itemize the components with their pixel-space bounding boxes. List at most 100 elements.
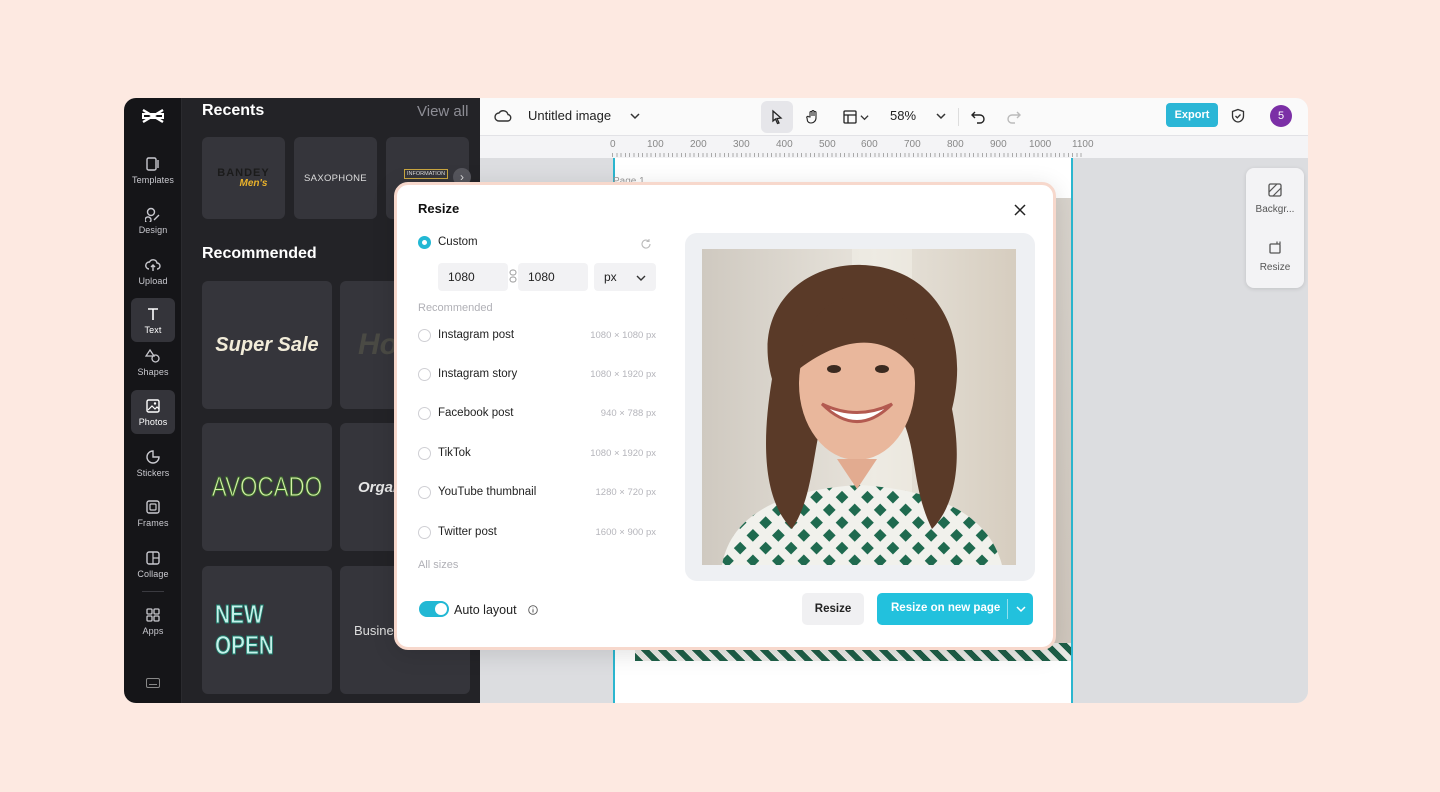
recent-tile-text: BANDEY bbox=[217, 166, 270, 179]
chevron-down-icon[interactable] bbox=[1015, 603, 1027, 615]
rail-item-label: Upload bbox=[138, 275, 168, 286]
background-tool-button[interactable]: Backgr... bbox=[1246, 182, 1304, 215]
link-icon[interactable] bbox=[509, 269, 517, 283]
preset-label[interactable]: Instagram post bbox=[438, 329, 514, 341]
all-sizes-link[interactable]: All sizes bbox=[418, 559, 458, 571]
preset-label[interactable]: TikTok bbox=[438, 447, 471, 459]
resize-button[interactable]: Resize bbox=[802, 593, 864, 625]
preview-photo bbox=[702, 249, 1016, 565]
side-tool-label: Resize bbox=[1259, 262, 1291, 273]
shield-icon[interactable] bbox=[1230, 108, 1246, 124]
frames-icon bbox=[146, 499, 160, 514]
preset-radio[interactable] bbox=[418, 486, 431, 499]
recent-tile-subtext: Men's bbox=[239, 177, 268, 189]
hand-icon bbox=[806, 109, 817, 124]
rail-item-text[interactable]: Text bbox=[131, 298, 175, 342]
preset-radio[interactable] bbox=[418, 329, 431, 342]
export-button[interactable]: Export bbox=[1166, 103, 1218, 127]
width-input[interactable]: 1080 bbox=[438, 263, 508, 291]
preset-dimensions: 1600 × 900 px bbox=[595, 527, 656, 538]
ruler-scale bbox=[612, 153, 1082, 157]
template-tile-text: NEW OPEN bbox=[215, 599, 275, 661]
ruler-tick: 400 bbox=[776, 139, 793, 150]
template-tile[interactable]: NEW OPEN bbox=[202, 566, 332, 694]
top-toolbar: Untitled image 58% Export 5 bbox=[480, 98, 1308, 136]
rail-item-apps[interactable]: Apps bbox=[131, 599, 175, 643]
close-icon[interactable] bbox=[1013, 203, 1027, 217]
preset-radio[interactable] bbox=[418, 407, 431, 420]
resize-dialog: Resize Custom 1080 1080 px Recommended I… bbox=[394, 182, 1056, 650]
ruler-tick: 600 bbox=[861, 139, 878, 150]
rail-item-shapes[interactable]: Shapes bbox=[131, 340, 175, 384]
resize-icon bbox=[1269, 241, 1281, 254]
template-tile-text: Super Sale bbox=[215, 333, 319, 356]
ruler-tick: 1000 bbox=[1029, 139, 1052, 150]
hand-tool-button[interactable] bbox=[797, 101, 829, 133]
redo-icon bbox=[1007, 111, 1021, 124]
redo-button[interactable] bbox=[998, 101, 1030, 133]
template-tile[interactable]: AVOCADO bbox=[202, 423, 332, 551]
chevron-down-icon bbox=[859, 114, 869, 120]
resize-preview bbox=[685, 233, 1035, 581]
rail-item-stickers[interactable]: Stickers bbox=[131, 441, 175, 485]
rail-item-label: Text bbox=[144, 324, 162, 335]
undo-button[interactable] bbox=[962, 101, 994, 133]
layout-dropdown-button[interactable] bbox=[835, 101, 875, 133]
rail-item-templates[interactable]: Templates bbox=[131, 148, 175, 192]
ruler-tick: 500 bbox=[819, 139, 836, 150]
preset-dimensions: 940 × 788 px bbox=[600, 408, 656, 419]
ruler-tick: 1100 bbox=[1072, 139, 1094, 150]
cloud-sync-icon[interactable] bbox=[494, 108, 512, 124]
portrait-illustration bbox=[702, 249, 1016, 565]
document-title[interactable]: Untitled image bbox=[528, 108, 611, 123]
recent-tile[interactable]: BANDEY Men's bbox=[202, 137, 285, 219]
rail-item-label: Collage bbox=[137, 568, 169, 579]
rail-item-label: Frames bbox=[137, 517, 169, 528]
capcut-logo-icon[interactable] bbox=[140, 106, 166, 126]
recent-tile[interactable]: SAXOPHONE bbox=[294, 137, 377, 219]
resize-tool-button[interactable]: Resize bbox=[1246, 240, 1304, 273]
recents-title: Recents bbox=[202, 102, 265, 119]
rail-item-frames[interactable]: Frames bbox=[131, 491, 175, 535]
auto-layout-toggle[interactable] bbox=[419, 601, 449, 617]
unit-select[interactable]: px bbox=[594, 263, 656, 291]
rail-item-design[interactable]: Design bbox=[131, 198, 175, 242]
preset-label[interactable]: Twitter post bbox=[438, 526, 497, 538]
height-input[interactable]: 1080 bbox=[518, 263, 588, 291]
upload-icon bbox=[145, 258, 161, 271]
stickers-icon bbox=[146, 449, 160, 464]
preset-label[interactable]: Instagram story bbox=[438, 368, 517, 380]
ruler-tick: 200 bbox=[690, 139, 707, 150]
preset-label[interactable]: Facebook post bbox=[438, 407, 513, 419]
custom-radio[interactable] bbox=[418, 236, 431, 249]
undo-icon bbox=[971, 111, 985, 124]
template-tile[interactable]: Super Sale bbox=[202, 281, 332, 409]
reset-icon[interactable] bbox=[640, 238, 652, 250]
resize-on-new-page-button[interactable]: Resize on new page bbox=[877, 593, 1033, 625]
layout-icon bbox=[842, 110, 857, 124]
keyboard-icon[interactable] bbox=[146, 678, 160, 688]
rail-item-photos[interactable]: Photos bbox=[131, 390, 175, 434]
avatar[interactable]: 5 bbox=[1270, 105, 1292, 127]
select-tool-button[interactable] bbox=[761, 101, 793, 133]
chevron-down-icon[interactable] bbox=[936, 111, 946, 121]
zoom-level[interactable]: 58% bbox=[890, 108, 916, 123]
preset-radio[interactable] bbox=[418, 368, 431, 381]
ruler-tick: 900 bbox=[990, 139, 1007, 150]
rail-item-label: Stickers bbox=[136, 467, 170, 478]
apps-icon bbox=[146, 607, 160, 622]
view-all-link[interactable]: View all bbox=[417, 103, 468, 120]
rail-item-label: Design bbox=[138, 224, 168, 235]
button-divider bbox=[1007, 599, 1008, 619]
rail-item-collage[interactable]: Collage bbox=[131, 542, 175, 586]
rail-item-label: Photos bbox=[138, 416, 168, 427]
template-icon bbox=[146, 156, 159, 171]
preset-radio[interactable] bbox=[418, 526, 431, 539]
rail-item-upload[interactable]: Upload bbox=[131, 249, 175, 293]
preset-radio[interactable] bbox=[418, 447, 431, 460]
preset-label[interactable]: YouTube thumbnail bbox=[438, 486, 536, 498]
chevron-down-icon[interactable] bbox=[630, 111, 640, 121]
info-icon[interactable] bbox=[528, 605, 538, 615]
rail-divider bbox=[142, 591, 164, 592]
rail-item-label: Shapes bbox=[137, 366, 169, 377]
